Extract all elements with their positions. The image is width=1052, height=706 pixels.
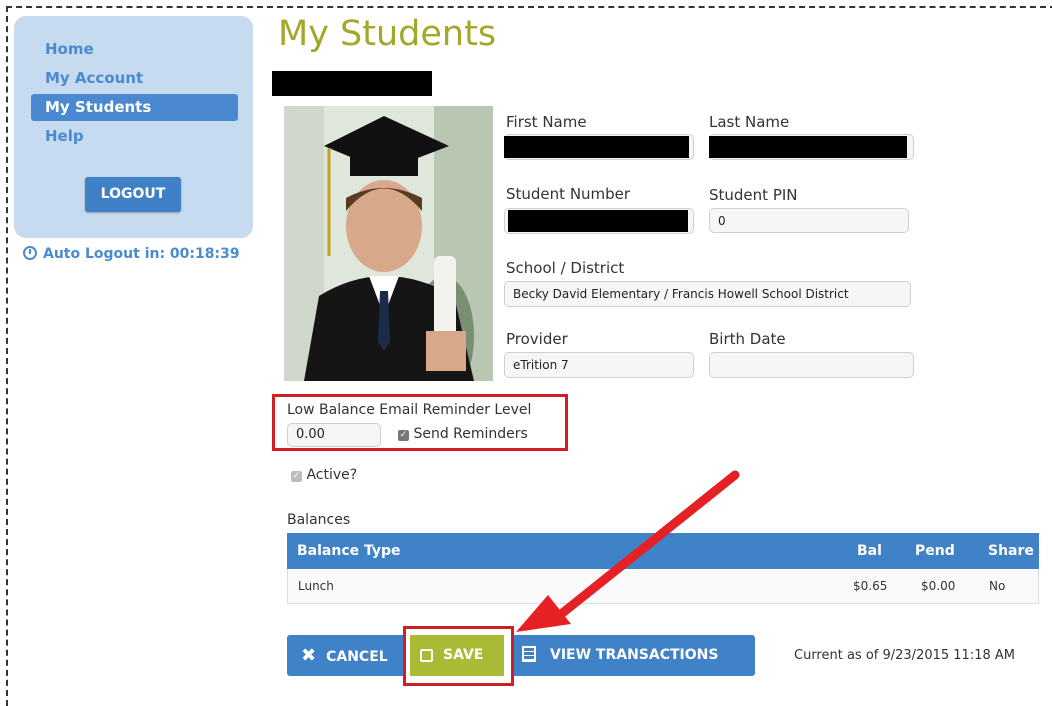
annotation-arrow — [516, 470, 740, 632]
